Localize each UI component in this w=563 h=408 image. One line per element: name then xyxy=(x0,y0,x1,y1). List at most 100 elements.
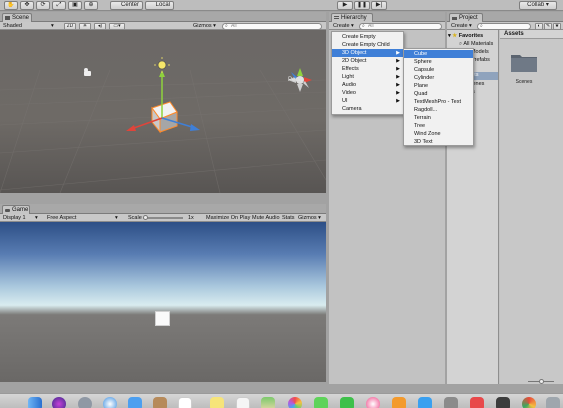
menu-item-ui[interactable]: UI ▶ xyxy=(332,97,403,105)
mode-2d-label: 2D xyxy=(66,23,74,29)
maximize-on-play-toggle[interactable]: Maximize On Play xyxy=(206,215,250,222)
system-preferences-icon[interactable] xyxy=(444,397,458,408)
persp-label[interactable]: Persp xyxy=(288,77,304,83)
maps-icon[interactable] xyxy=(261,397,275,408)
effects-dropdown[interactable]: ▭▾ xyxy=(109,23,125,30)
menu-item-tree[interactable]: Tree xyxy=(404,122,473,130)
menu-item-cube[interactable]: Cube xyxy=(404,50,473,58)
game-viewport[interactable] xyxy=(0,222,326,382)
scenes-folder[interactable]: Scenes xyxy=(510,51,538,91)
star-icon: ★ xyxy=(554,23,560,29)
chevron-down-icon: ▾ xyxy=(35,215,38,221)
play-button[interactable]: ▶ xyxy=(337,1,353,10)
siri-icon[interactable] xyxy=(52,397,66,408)
reminders-icon[interactable] xyxy=(236,397,250,408)
chrome-icon[interactable] xyxy=(522,397,536,408)
music-app-icon[interactable] xyxy=(470,397,484,408)
finder-icon[interactable] xyxy=(28,397,42,408)
calendar-icon[interactable] xyxy=(178,397,192,408)
icon-size-slider-thumb[interactable] xyxy=(539,379,544,384)
favorite-item[interactable]: ⌕ All Materials xyxy=(459,41,493,48)
scale-tool-button[interactable]: ⤢ xyxy=(52,1,66,10)
facetime-icon[interactable] xyxy=(340,397,354,408)
tab-project[interactable]: Project xyxy=(449,13,483,22)
menu-item-cylinder[interactable]: Cylinder xyxy=(404,74,473,82)
tab-game[interactable]: Game xyxy=(2,205,30,214)
mail-icon[interactable] xyxy=(128,397,142,408)
move-tool-button[interactable]: ✥ xyxy=(20,1,34,10)
aspect-dropdown[interactable]: Free Aspect ▾ xyxy=(47,215,122,222)
scale-slider-thumb[interactable] xyxy=(143,215,148,220)
space-label: Local xyxy=(155,2,170,8)
menu-item-textmeshpro-text[interactable]: TextMeshPro - Text xyxy=(404,98,473,106)
scale-slider[interactable] xyxy=(143,215,183,220)
tab-scene[interactable]: Scene xyxy=(2,13,32,22)
menu-item-sphere[interactable]: Sphere xyxy=(404,58,473,66)
pivot-center-toggle[interactable]: Center xyxy=(110,1,143,10)
menu-item-wind-zone[interactable]: Wind Zone xyxy=(404,130,473,138)
menu-item-video[interactable]: Video ▶ xyxy=(332,89,403,97)
menu-item-3d-text[interactable]: 3D Text xyxy=(404,138,473,146)
contacts-icon[interactable] xyxy=(153,397,167,408)
safari-icon[interactable] xyxy=(103,397,117,408)
trash-icon[interactable] xyxy=(546,397,560,408)
camera-icon[interactable] xyxy=(84,68,91,76)
filter-label-button[interactable]: ✎ xyxy=(544,23,552,30)
hierarchy-search-input[interactable]: ⌕ All xyxy=(359,23,442,30)
hierarchy-create-dropdown[interactable]: Create ▾ xyxy=(333,23,358,30)
menu-item-quad[interactable]: Quad xyxy=(404,90,473,98)
mode-2d-toggle[interactable]: 2D xyxy=(64,23,76,30)
project-create-dropdown[interactable]: Create ▾ xyxy=(451,23,476,30)
menu-item-plane[interactable]: Plane xyxy=(404,82,473,90)
menu-item-2d-object[interactable]: 2D Object ▶ xyxy=(332,57,403,65)
launchpad-icon[interactable] xyxy=(78,397,92,408)
step-button[interactable]: ▶| xyxy=(371,1,387,10)
app-store-icon[interactable] xyxy=(418,397,432,408)
scene-viewport[interactable]: Persp xyxy=(0,30,326,193)
menu-item-capsule[interactable]: Capsule xyxy=(404,66,473,74)
project-search-input[interactable]: ⌕ xyxy=(477,23,531,30)
game-gizmos-dropdown[interactable]: Gizmos ▾ xyxy=(298,215,324,222)
pause-button[interactable]: ❚❚ xyxy=(354,1,370,10)
photos-icon[interactable] xyxy=(288,397,302,408)
stats-toggle[interactable]: Stats xyxy=(282,215,295,222)
move-icon: ✥ xyxy=(24,2,30,8)
rotate-tool-button[interactable]: ⟳ xyxy=(36,1,50,10)
collab-label: Collab xyxy=(527,2,545,8)
space-local-toggle[interactable]: Local xyxy=(145,1,174,10)
notes-icon[interactable] xyxy=(210,397,224,408)
menu-item-create-empty[interactable]: Create Empty xyxy=(332,33,403,41)
tab-hierarchy[interactable]: Hierarchy xyxy=(331,13,373,22)
display-dropdown[interactable]: Display 1 ▾ xyxy=(3,215,41,222)
menu-item-label: Video xyxy=(342,90,356,96)
menu-item-ragdoll[interactable]: Ragdoll... xyxy=(404,106,473,114)
scene-search-input[interactable]: ⌕ All xyxy=(222,23,322,30)
unity-hub-icon[interactable] xyxy=(496,397,510,408)
menu-item-effects[interactable]: Effects ▶ xyxy=(332,65,403,73)
menu-item-3d-object[interactable]: 3D Object ▶ xyxy=(332,49,403,57)
messages-icon[interactable] xyxy=(314,397,328,408)
menu-item-audio[interactable]: Audio ▶ xyxy=(332,81,403,89)
collab-button[interactable]: Collab ▾ xyxy=(519,1,557,10)
shading-mode-dropdown[interactable]: Shaded ▾ xyxy=(3,23,57,30)
gizmos-dropdown[interactable]: Gizmos ▾ xyxy=(193,23,219,30)
favorites-header[interactable]: ▾ ★ Favorites xyxy=(448,33,483,39)
mute-audio-toggle[interactable]: Mute Audio xyxy=(252,215,280,222)
lighting-toggle[interactable]: ☀ xyxy=(79,23,91,30)
menu-item-light[interactable]: Light ▶ xyxy=(332,73,403,81)
itunes-icon[interactable] xyxy=(366,397,380,408)
star-icon: ★ xyxy=(452,33,458,39)
menu-item-terrain[interactable]: Terrain xyxy=(404,114,473,122)
hand-tool-button[interactable]: ✋ xyxy=(4,1,18,10)
menu-item-create-empty-child[interactable]: Create Empty Child xyxy=(332,41,403,49)
audio-toggle[interactable]: ◂) xyxy=(94,23,106,30)
ibooks-icon[interactable] xyxy=(392,397,406,408)
favorite-search-button[interactable]: ★ xyxy=(553,23,561,30)
menu-item-label: 3D Text xyxy=(414,139,433,145)
cube-object[interactable] xyxy=(151,101,178,134)
icon-size-slider[interactable] xyxy=(528,379,554,384)
transform-tool-button[interactable]: ⊕ xyxy=(84,1,98,10)
menu-item-camera[interactable]: Camera xyxy=(332,105,403,113)
filter-type-button[interactable]: ◐ xyxy=(535,23,543,30)
rect-tool-button[interactable]: ▣ xyxy=(68,1,82,10)
